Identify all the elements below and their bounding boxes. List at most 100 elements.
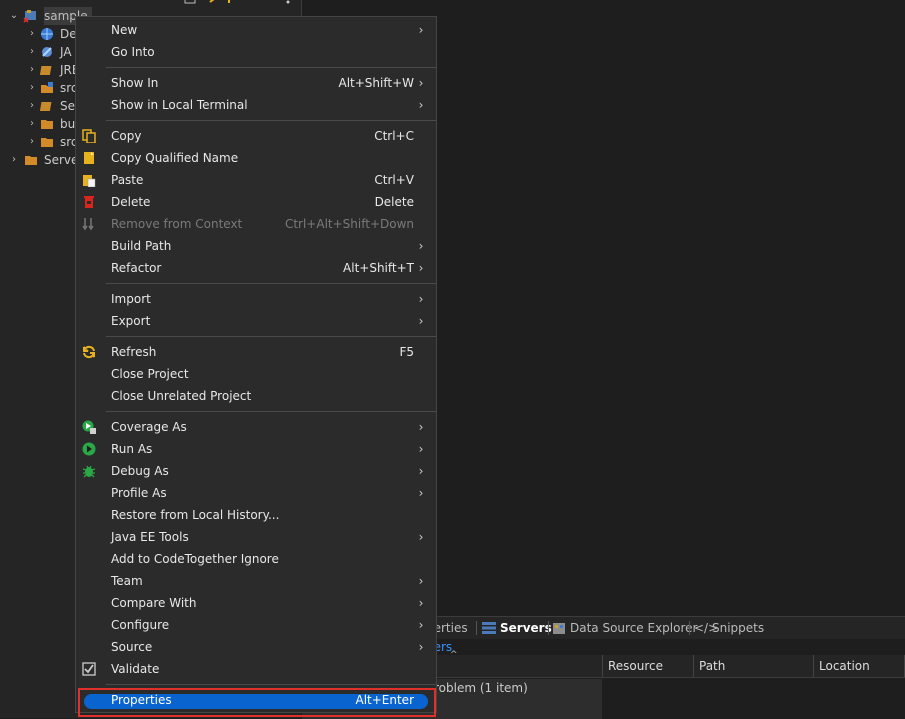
menu-item-shortcut: Alt+Shift+W: [338, 76, 415, 90]
menu-item-compare-with[interactable]: Compare With ›: [76, 592, 436, 614]
menu-item-paste[interactable]: Paste Ctrl+V: [76, 169, 436, 191]
filter-icon[interactable]: [222, 0, 234, 4]
submenu-arrow-icon: ›: [418, 596, 424, 610]
menu-item-import[interactable]: Import ›: [76, 288, 436, 310]
menu-item-new[interactable]: New ›: [76, 19, 436, 41]
menu-item-delete[interactable]: Delete Delete: [76, 191, 436, 213]
menu-item-configure[interactable]: Configure ›: [76, 614, 436, 636]
deployment-descriptor-icon: [41, 28, 53, 40]
menu-item-coverage-as[interactable]: Coverage As ›: [76, 416, 436, 438]
menu-item-label: Team: [111, 574, 143, 588]
menu-item-profile-as[interactable]: Profile As ›: [76, 482, 436, 504]
menu-item-source[interactable]: Source ›: [76, 636, 436, 658]
folder-icon: [25, 156, 37, 165]
menu-item-label: Add to CodeTogether Ignore: [111, 552, 279, 566]
menu-item-run-as[interactable]: Run As ›: [76, 438, 436, 460]
menu-item-label: Debug As: [111, 464, 169, 478]
menu-item-build-path[interactable]: Build Path ›: [76, 235, 436, 257]
menu-item-label: Validate: [111, 662, 160, 676]
menu-item-show-in[interactable]: Show In Alt+Shift+W ›: [76, 72, 436, 94]
menu-item-label: New: [111, 23, 138, 37]
source-folder-icon: [41, 82, 53, 93]
menu-item-label: Build Path: [111, 239, 172, 253]
menu-item-copy-qualified-name[interactable]: Copy Qualified Name: [76, 147, 436, 169]
tab-separator: [548, 621, 549, 635]
menu-item-label: Profile As: [111, 486, 167, 500]
submenu-arrow-icon: ›: [418, 98, 424, 112]
chevron-down-icon[interactable]: ⌄: [8, 7, 20, 25]
chevron-right-icon[interactable]: ›: [26, 43, 38, 61]
menu-item-label: Import: [111, 292, 151, 306]
submenu-arrow-icon: ›: [418, 23, 424, 37]
menu-item-label: Paste: [111, 173, 144, 187]
menu-item-export[interactable]: Export ›: [76, 310, 436, 332]
chevron-right-icon[interactable]: ›: [26, 115, 38, 133]
menu-item-close-unrelated-project[interactable]: Close Unrelated Project: [76, 385, 436, 407]
problem-summary: roblem (1 item): [434, 681, 528, 695]
tree-item-label: Serve: [44, 153, 79, 167]
menu-item-copy[interactable]: Copy Ctrl+C: [76, 125, 436, 147]
menu-item-refactor[interactable]: Refactor Alt+Shift+T ›: [76, 257, 436, 279]
library-icon: [40, 102, 52, 111]
submenu-arrow-icon: ›: [418, 464, 424, 478]
chevron-right-icon[interactable]: ›: [8, 151, 20, 169]
run-icon: [82, 442, 96, 456]
tab-separator: [689, 621, 690, 635]
chevron-right-icon[interactable]: ›: [26, 61, 38, 79]
menu-item-label: Remove from Context: [111, 217, 243, 231]
menu-separator: [106, 67, 436, 68]
column-header-location[interactable]: Location: [813, 655, 905, 677]
submenu-arrow-icon: ›: [418, 486, 424, 500]
submenu-arrow-icon: ›: [418, 292, 424, 306]
chevron-right-icon[interactable]: ›: [26, 25, 38, 43]
menu-item-shortcut: Ctrl+V: [374, 173, 414, 187]
submenu-arrow-icon: ›: [418, 420, 424, 434]
paste-icon: [83, 175, 96, 187]
column-header-path[interactable]: Path: [693, 655, 813, 677]
menu-item-label: Coverage As: [111, 420, 187, 434]
folder-icon: [41, 120, 53, 129]
submenu-arrow-icon: ›: [418, 76, 424, 90]
menu-item-team[interactable]: Team ›: [76, 570, 436, 592]
menu-item-label: Source: [111, 640, 153, 654]
collapse-all-icon[interactable]: [184, 0, 196, 4]
submenu-arrow-icon: ›: [418, 640, 424, 654]
menu-item-label: Show In: [111, 76, 159, 90]
menu-item-label: Refresh: [111, 345, 157, 359]
chevron-right-icon[interactable]: ›: [26, 133, 38, 151]
jax-ws-icon: [42, 47, 52, 57]
menu-item-remove-from-context: Remove from Context Ctrl+Alt+Shift+Down: [76, 213, 436, 235]
menu-separator: [106, 411, 436, 412]
explorer-toolbar: [180, 0, 300, 6]
column-header-resource[interactable]: Resource: [602, 655, 693, 677]
chevron-right-icon[interactable]: ›: [26, 97, 38, 115]
menu-item-close-project[interactable]: Close Project: [76, 363, 436, 385]
menu-item-restore-from-local-history[interactable]: Restore from Local History...: [76, 504, 436, 526]
submenu-arrow-icon: ›: [418, 261, 424, 275]
folder-icon: [41, 138, 53, 147]
menu-item-validate[interactable]: Validate: [76, 658, 436, 680]
menu-item-show-in-local-terminal[interactable]: Show in Local Terminal ›: [76, 94, 436, 116]
menu-item-refresh[interactable]: Refresh F5: [76, 341, 436, 363]
copy-qualified-name-icon: [84, 152, 94, 164]
submenu-arrow-icon: ›: [418, 618, 424, 632]
view-menu-icon[interactable]: [282, 0, 294, 4]
menu-item-shortcut: Ctrl+C: [374, 129, 414, 143]
focus-icon[interactable]: [256, 0, 268, 4]
menu-item-add-to-codetogether-ignore[interactable]: Add to CodeTogether Ignore: [76, 548, 436, 570]
submenu-arrow-icon: ›: [418, 530, 424, 544]
chevron-right-icon[interactable]: ›: [26, 79, 38, 97]
menu-item-java-ee-tools[interactable]: Java EE Tools ›: [76, 526, 436, 548]
menu-item-go-into[interactable]: Go Into: [76, 41, 436, 63]
library-icon: [40, 66, 52, 75]
menu-item-label: Go Into: [111, 45, 155, 59]
link-editor-icon[interactable]: [204, 0, 216, 4]
menu-item-debug-as[interactable]: Debug As ›: [76, 460, 436, 482]
menu-item-shortcut: Alt+Shift+T: [343, 261, 414, 275]
delete-icon: [84, 196, 94, 208]
menu-separator: [106, 283, 436, 284]
context-menu: New › Go Into Show In Alt+Shift+W › Show in Lo…: [75, 16, 437, 713]
menu-item-label: Delete: [111, 195, 151, 209]
copy-icon: [82, 129, 96, 143]
tab-separator: [476, 621, 477, 635]
